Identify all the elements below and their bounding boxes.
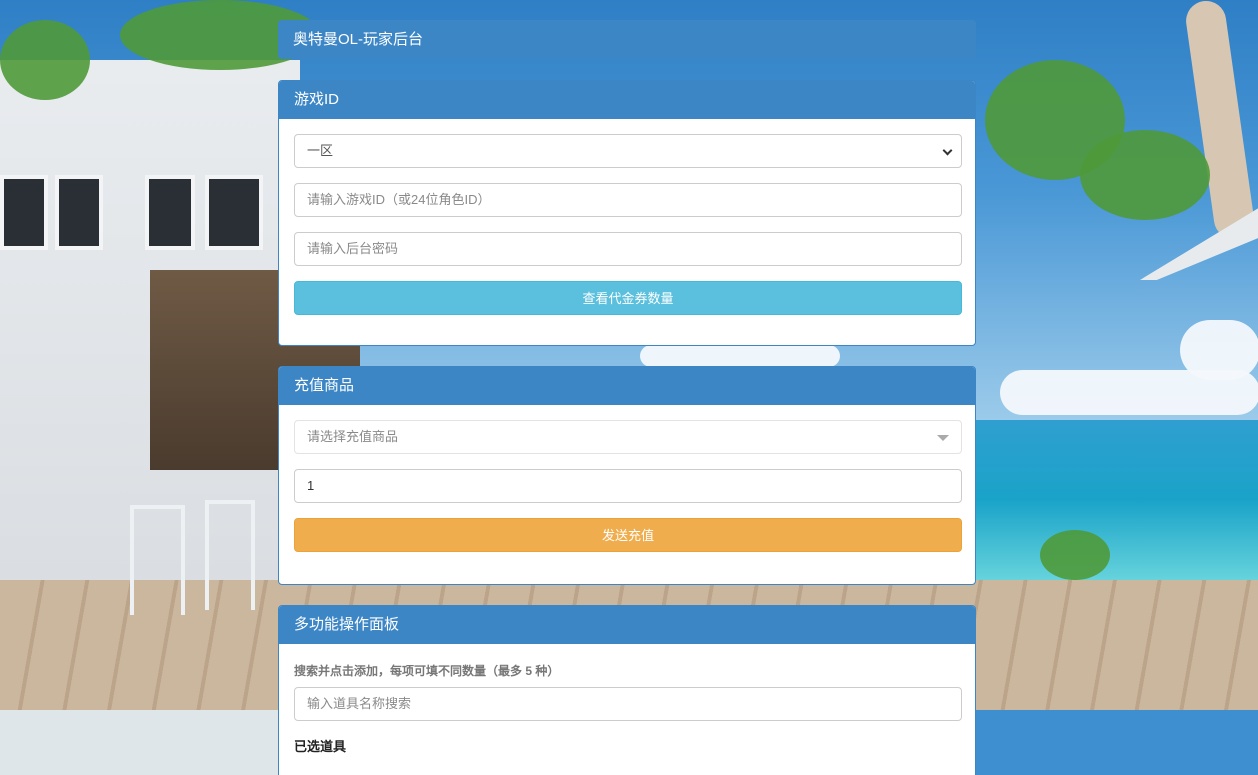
tree-leaves [0,20,90,100]
send-recharge-button[interactable]: 发送充值 [294,518,962,552]
game-id-input-placeholder: 请输入游戏ID（或24位角色ID） [307,192,491,207]
window [55,175,103,250]
quantity-input[interactable]: 1 [294,469,962,503]
password-input-placeholder: 请输入后台密码 [307,241,399,256]
caret-down-icon [937,435,949,441]
selected-items-label: 已选道具 [294,739,347,754]
game-id-input[interactable]: 请输入游戏ID（或24位角色ID） [294,183,962,217]
cloud [1180,320,1258,380]
chevron-down-icon [942,145,953,156]
window [205,175,263,250]
product-select-placeholder: 请选择充值商品 [307,429,399,444]
quantity-input-value: 1 [307,478,315,493]
game-id-panel: 游戏ID 一区 请输入游戏ID（或24位角色ID） 请输入后台密码 查看代金券数… [278,80,976,346]
product-select[interactable]: 请选择充值商品 [294,420,962,454]
window [145,175,195,250]
potted-plant [1040,530,1110,580]
zone-select-value: 一区 [307,143,334,158]
cloud [640,345,840,367]
multi-panel-hint: 搜索并点击添加，每项可填不同数量（最多 5 种） [294,664,560,678]
password-input[interactable]: 请输入后台密码 [294,232,962,266]
check-voucher-button[interactable]: 查看代金券数量 [294,281,962,315]
tree-leaves [1080,130,1210,220]
recharge-panel: 充值商品 请选择充值商品 1 发送充值 [278,366,976,585]
app-header: 奥特曼OL-玩家后台 [278,20,976,59]
cafe-chair [205,500,255,610]
zone-select[interactable]: 一区 [294,134,962,168]
multi-panel-title: 多功能操作面板 [279,606,975,644]
item-search-input[interactable]: 输入道具名称搜索 [294,687,962,721]
cafe-chair [130,505,185,615]
page-title: 奥特曼OL-玩家后台 [278,20,976,59]
window [0,175,48,250]
multi-function-panel: 多功能操作面板 搜索并点击添加，每项可填不同数量（最多 5 种） 输入道具名称搜… [278,605,976,775]
recharge-panel-title: 充值商品 [279,367,975,405]
game-id-panel-title: 游戏ID [279,81,975,119]
item-search-placeholder: 输入道具名称搜索 [307,696,412,711]
